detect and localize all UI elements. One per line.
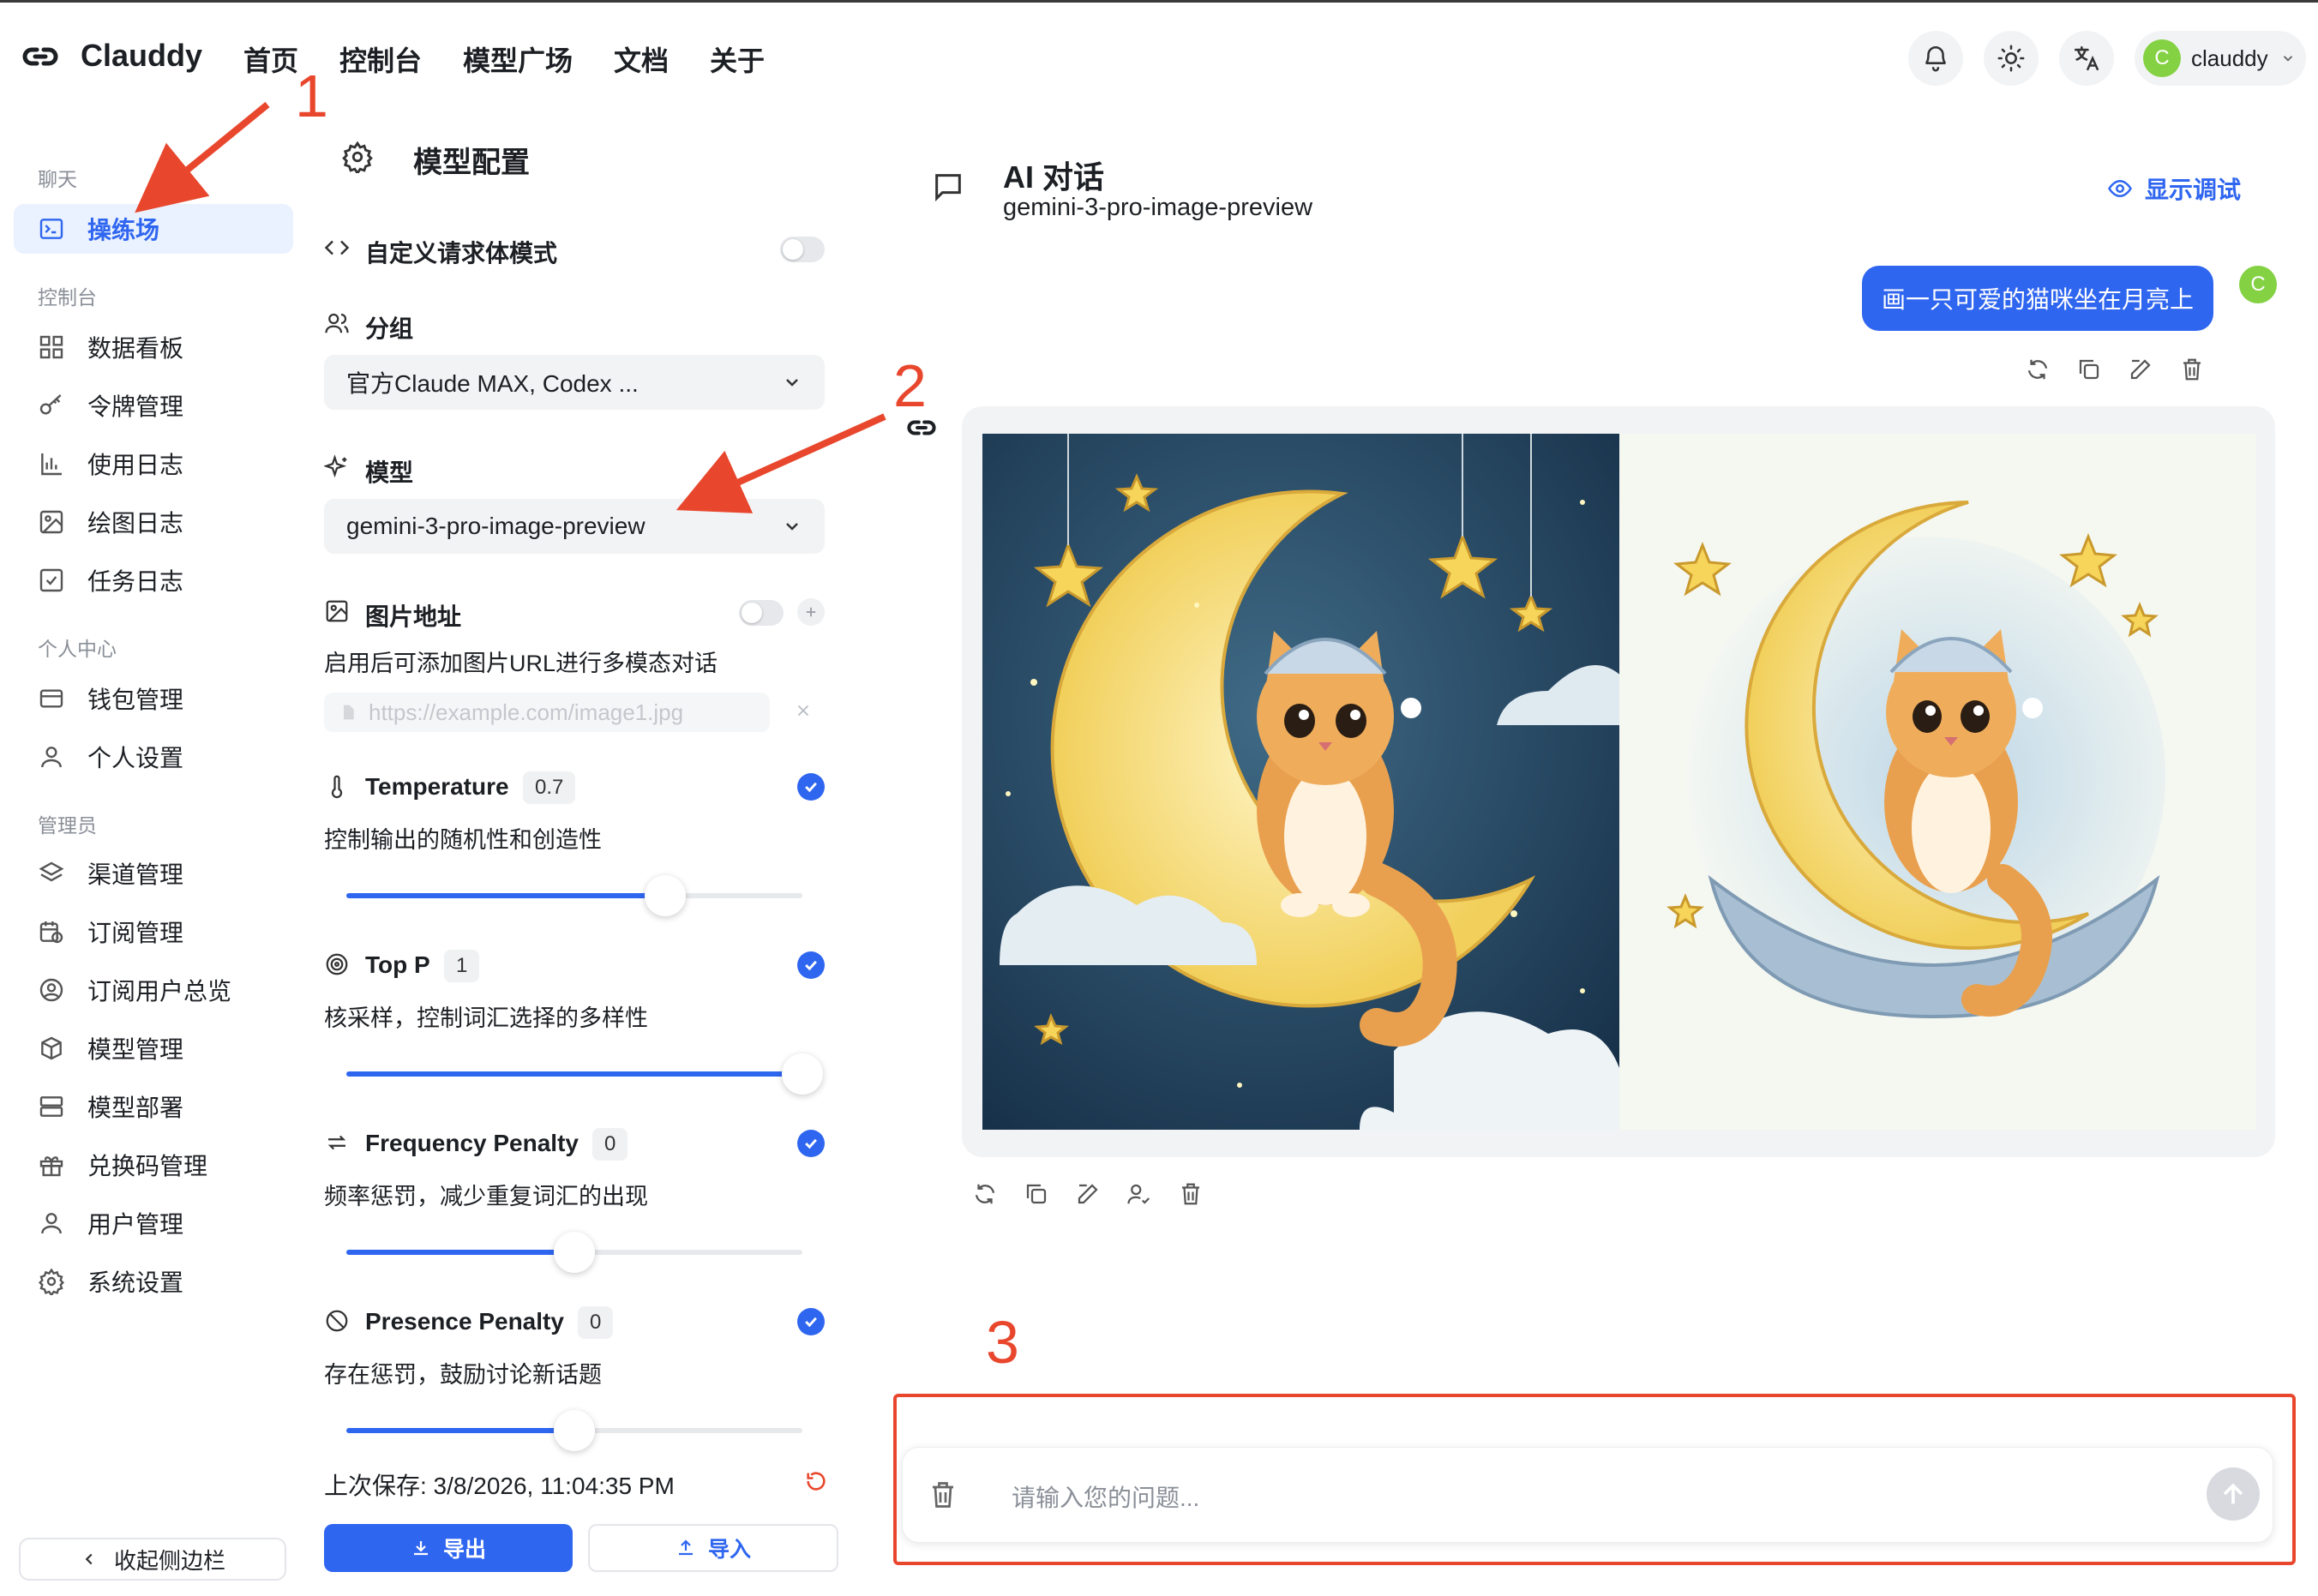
annotation-arrow-1 xyxy=(135,101,270,213)
annotation-arrows xyxy=(135,101,886,513)
annotation-arrow-2 xyxy=(676,413,886,513)
